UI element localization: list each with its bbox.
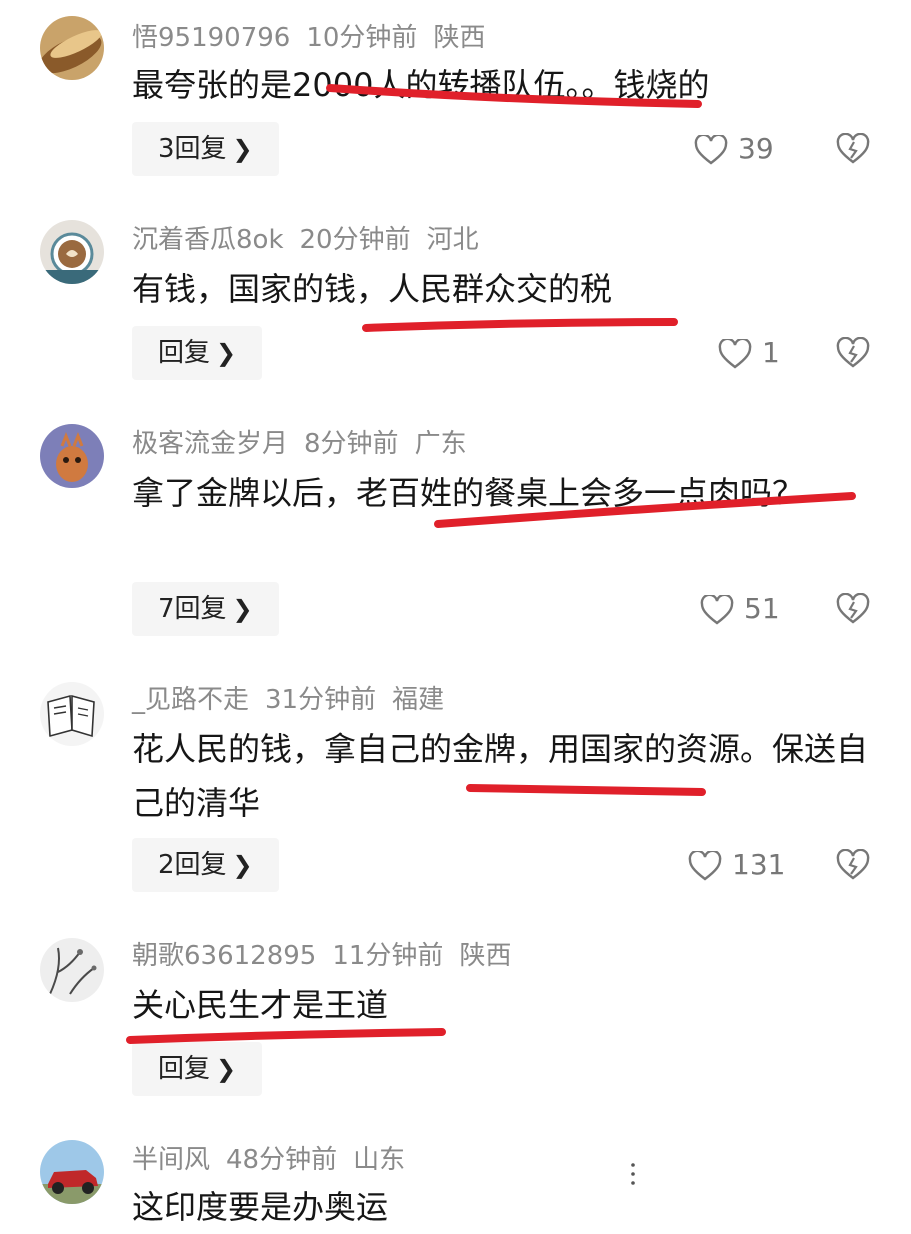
username[interactable]: 沉着香瓜8ok — [132, 225, 284, 255]
timestamp: 20分钟前 — [299, 225, 411, 255]
avatar[interactable] — [40, 1140, 104, 1204]
comment-text: 最夸张的是2000人的转播队伍。。钱烧的 — [132, 66, 710, 104]
reply-label: 回复 — [158, 1054, 211, 1084]
chevron-right-icon: ❯ — [232, 135, 253, 163]
reply-button[interactable]: 3回复 ❯ — [132, 122, 279, 176]
like-count: 39 — [738, 132, 774, 165]
location: 陕西 — [459, 941, 512, 971]
avatar[interactable] — [40, 938, 104, 1002]
timestamp: 11分钟前 — [332, 941, 444, 971]
reply-button[interactable]: 2回复 ❯ — [132, 838, 279, 892]
username[interactable]: 悟95190796 — [132, 23, 290, 53]
more-options-icon[interactable] — [630, 1162, 636, 1186]
avatar[interactable] — [40, 682, 104, 746]
comment-text: 这印度要是办奥运 — [132, 1188, 389, 1226]
comment-text: 拿了金牌以后，老百姓的餐桌上会多一点肉吗？ — [132, 474, 805, 512]
broken-heart-icon[interactable] — [836, 337, 870, 369]
comment-meta: 极客流金岁月 8分钟前 广东 — [132, 424, 483, 464]
comment-meta: _见路不走 31分钟前 福建 — [132, 680, 460, 720]
chevron-right-icon: ❯ — [232, 851, 253, 879]
comment-text: 有钱，国家的钱，人民群众交的税 — [132, 270, 613, 308]
timestamp: 8分钟前 — [304, 429, 399, 459]
like-count: 131 — [732, 848, 786, 881]
location: 山东 — [353, 1145, 406, 1175]
broken-heart-icon[interactable] — [836, 593, 870, 625]
broken-heart-icon[interactable] — [836, 849, 870, 881]
reply-label: 2回复 — [158, 850, 227, 880]
underline-mark — [126, 1028, 446, 1044]
comment-meta: 朝歌63612895 11分钟前 陕西 — [132, 936, 527, 976]
like-button[interactable]: 51 — [700, 582, 780, 636]
reply-label: 回复 — [158, 338, 211, 368]
chevron-right-icon: ❯ — [232, 595, 253, 623]
avatar[interactable] — [40, 16, 104, 80]
location: 广东 — [414, 429, 467, 459]
reply-button[interactable]: 回复 ❯ — [132, 1042, 263, 1096]
comment-meta: 沉着香瓜8ok 20分钟前 河北 — [132, 220, 495, 260]
heart-outline-icon — [688, 849, 722, 881]
username[interactable]: 极客流金岁月 — [132, 429, 288, 459]
avatar[interactable] — [40, 220, 104, 284]
comment-text: 关心民生才是王道 — [132, 986, 389, 1024]
chevron-right-icon: ❯ — [216, 339, 237, 367]
timestamp: 48分钟前 — [226, 1145, 338, 1175]
username[interactable]: 朝歌63612895 — [132, 941, 316, 971]
reply-label: 3回复 — [158, 134, 227, 164]
heart-outline-icon — [718, 337, 752, 369]
broken-heart-icon[interactable] — [836, 133, 870, 165]
location: 陕西 — [433, 23, 486, 53]
underline-mark — [362, 318, 678, 332]
timestamp: 10分钟前 — [306, 23, 418, 53]
location: 河北 — [426, 225, 479, 255]
comment-meta: 半间风 48分钟前 山东 — [132, 1140, 421, 1180]
comment-text: 花人民的钱，拿自己的金牌，用国家的资源。保送自己的清华 — [132, 730, 869, 822]
username[interactable]: _见路不走 — [132, 685, 249, 715]
reply-label: 7回复 — [158, 594, 227, 624]
reply-button[interactable]: 7回复 ❯ — [132, 582, 279, 636]
heart-outline-icon — [700, 593, 734, 625]
like-button[interactable]: 131 — [688, 838, 785, 892]
like-button[interactable]: 1 — [718, 326, 780, 380]
timestamp: 31分钟前 — [265, 685, 377, 715]
like-count: 51 — [744, 592, 780, 625]
heart-outline-icon — [694, 133, 728, 165]
chevron-right-icon: ❯ — [216, 1055, 237, 1083]
location: 福建 — [392, 685, 445, 715]
comment-meta: 悟95190796 10分钟前 陕西 — [132, 18, 501, 58]
reply-button[interactable]: 回复 ❯ — [132, 326, 263, 380]
avatar[interactable] — [40, 424, 104, 488]
like-count: 1 — [762, 336, 780, 369]
like-button[interactable]: 39 — [694, 122, 774, 176]
username[interactable]: 半间风 — [132, 1145, 210, 1175]
